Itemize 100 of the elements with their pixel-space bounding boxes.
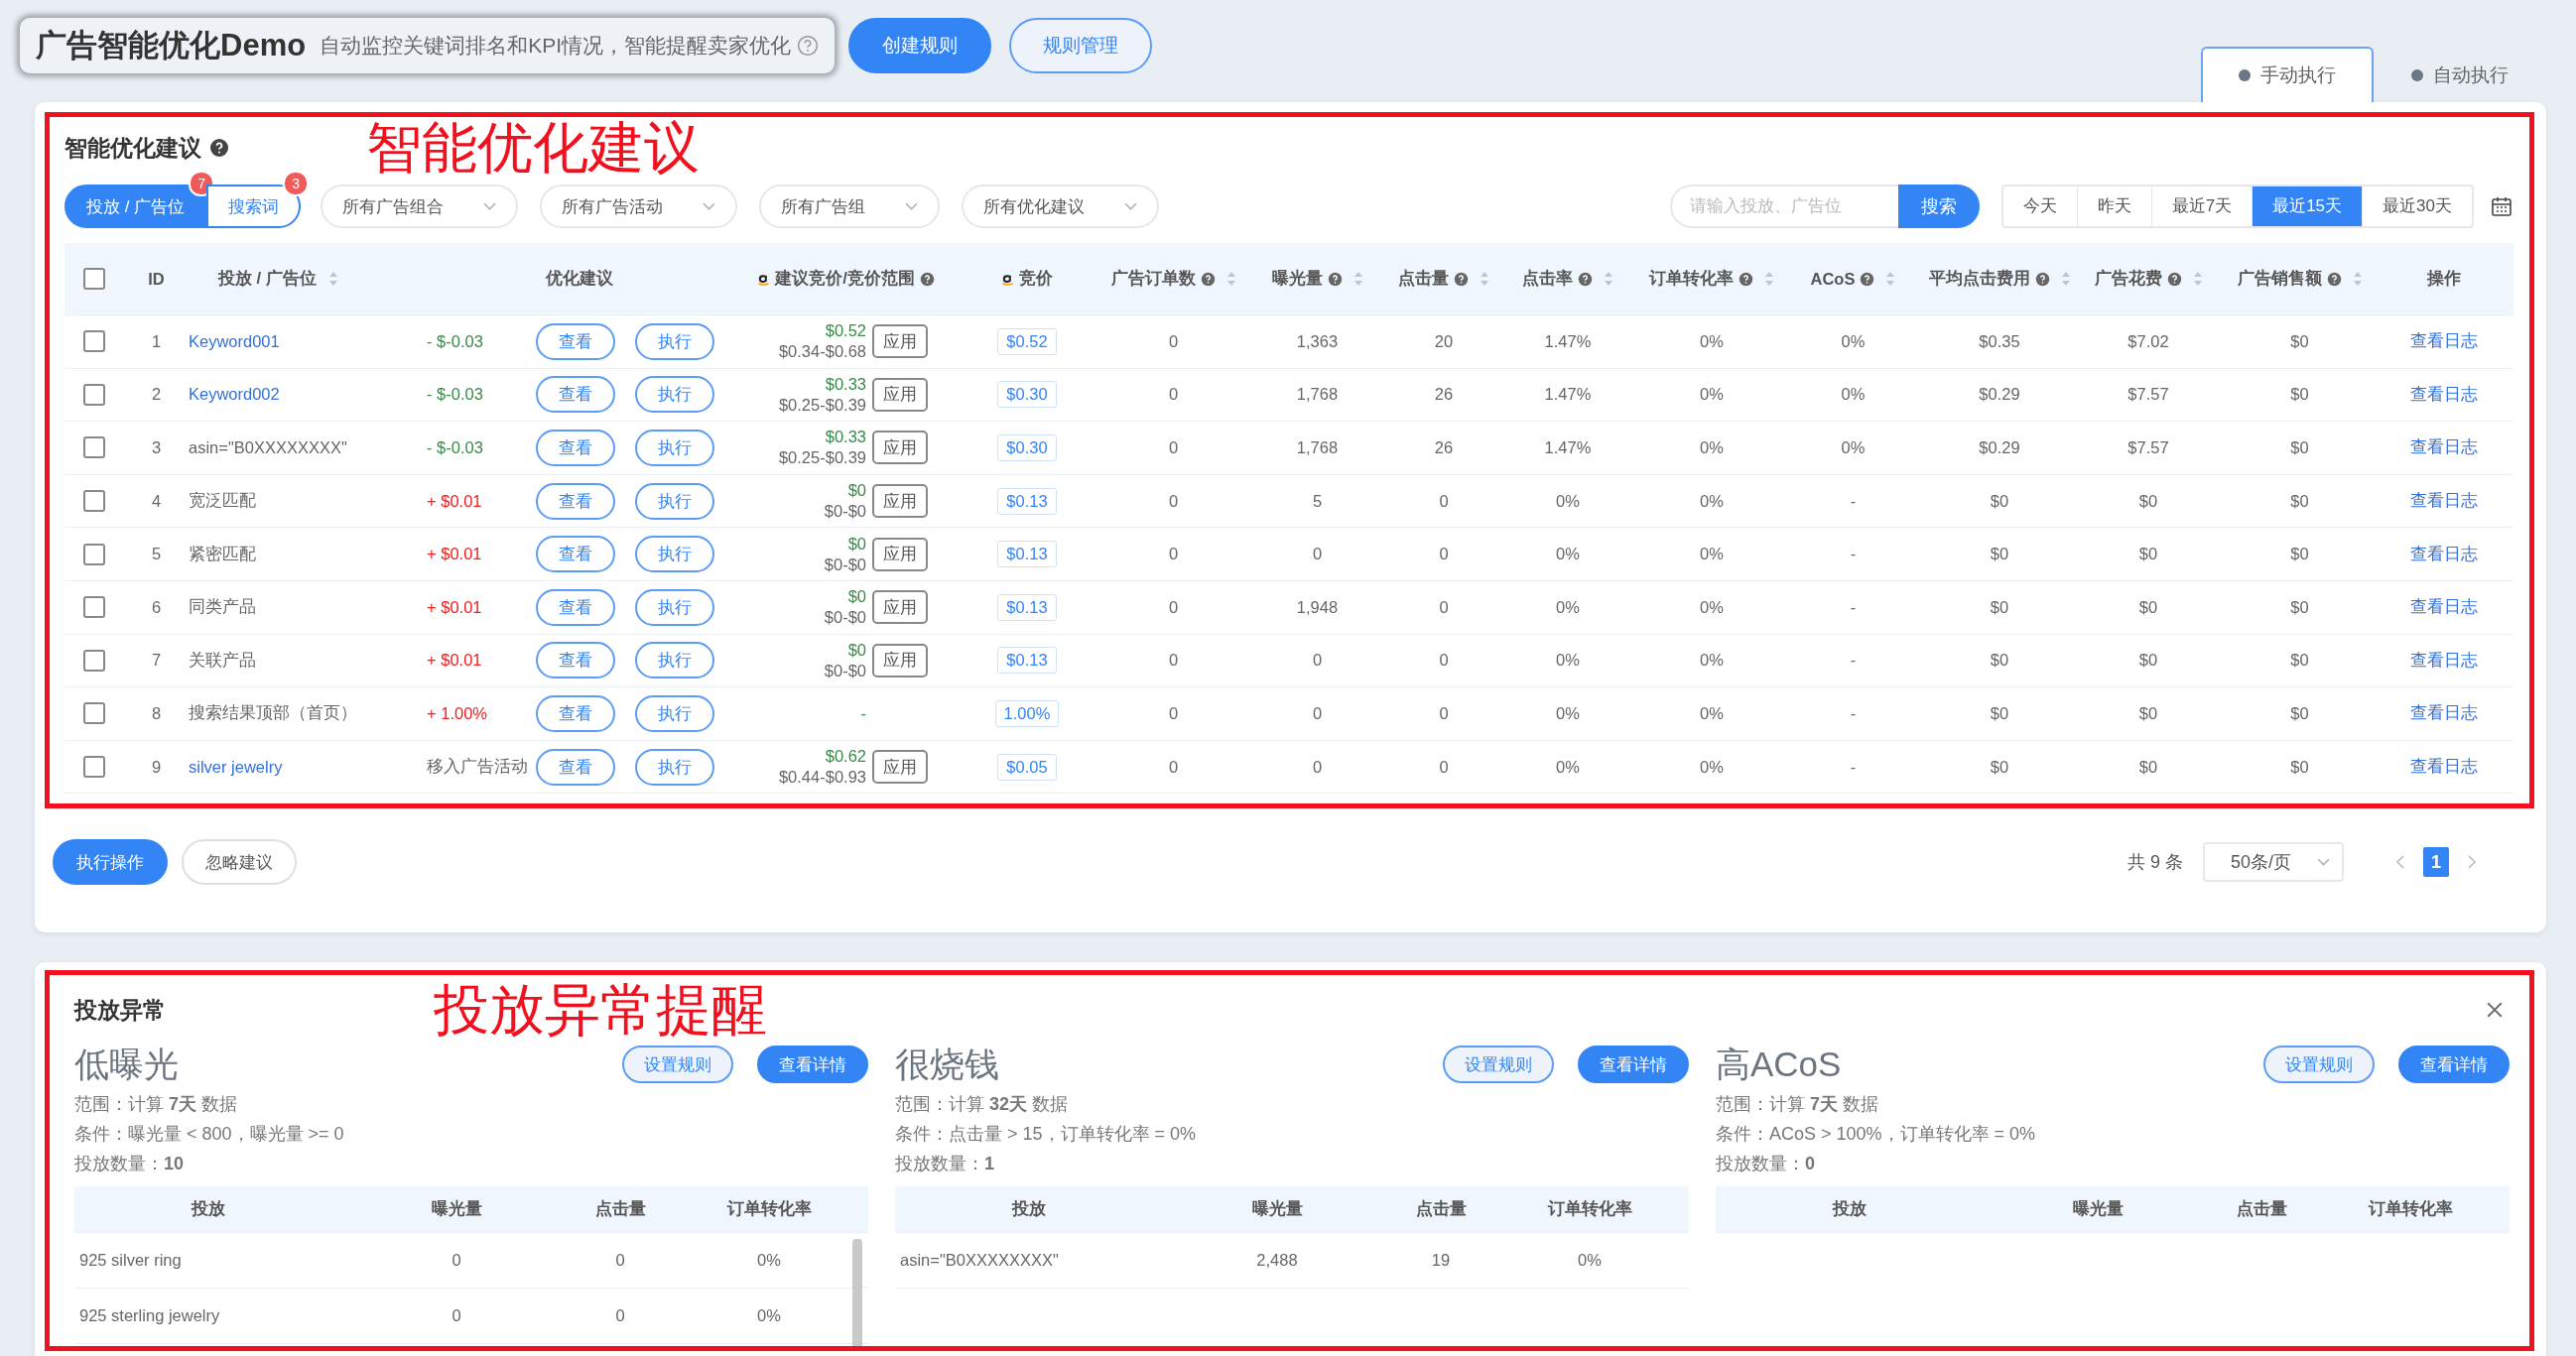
bid-field[interactable]: $0.52 [997, 327, 1057, 355]
set-rule-button[interactable]: 设置规则 [1443, 1046, 1554, 1083]
search-field[interactable]: 请输入投放、广告位 [1669, 185, 1898, 228]
next-page-icon[interactable] [2467, 854, 2477, 870]
date-range-tab[interactable]: 今天 [2002, 186, 2077, 226]
apply-button[interactable]: 应用 [872, 590, 928, 625]
filter-select[interactable]: 所有广告组 [759, 185, 941, 228]
filter-select[interactable]: 所有广告活动 [540, 185, 738, 228]
view-button[interactable]: 查看 [536, 588, 615, 626]
mode-tab[interactable]: 手动执行 [2201, 47, 2374, 102]
view-button[interactable]: 查看 [536, 694, 615, 732]
execute-button[interactable]: 执行 [635, 588, 714, 626]
calendar-icon[interactable] [2490, 194, 2513, 218]
help-icon[interactable] [1327, 271, 1343, 287]
apply-button[interactable]: 应用 [872, 750, 928, 785]
view-log-link[interactable]: 查看日志 [2409, 756, 2478, 779]
close-icon[interactable] [2486, 1001, 2504, 1019]
bid-field[interactable]: $0.30 [997, 381, 1057, 409]
create-rule-button[interactable]: 创建规则 [848, 18, 991, 73]
view-log-link[interactable]: 查看日志 [2409, 436, 2478, 459]
view-button[interactable]: 查看 [536, 642, 615, 679]
help-icon[interactable] [209, 138, 229, 158]
view-log-link[interactable]: 查看日志 [2409, 383, 2478, 406]
view-button[interactable]: 查看 [536, 430, 615, 466]
help-icon[interactable] [1739, 271, 1753, 287]
view-button[interactable]: 查看 [536, 748, 615, 786]
apply-button[interactable]: 应用 [872, 377, 928, 412]
apply-button[interactable]: 应用 [872, 537, 928, 571]
help-icon[interactable] [2166, 271, 2182, 287]
view-log-link[interactable]: 查看日志 [2409, 543, 2478, 565]
set-rule-button[interactable]: 设置规则 [2263, 1046, 2375, 1083]
help-icon[interactable] [2326, 271, 2342, 287]
prev-page-icon[interactable] [2395, 854, 2405, 870]
row-checkbox[interactable] [83, 649, 105, 672]
filter-select[interactable]: 所有广告组合 [321, 185, 519, 228]
page-size-select[interactable]: 50条/页 [2203, 842, 2344, 882]
date-range-tab[interactable]: 最近15天 [2252, 186, 2363, 226]
view-button[interactable]: 查看 [536, 322, 615, 360]
condition-text: 条件：ACoS > 100%，订单转化率 = 0% [1716, 1123, 2037, 1146]
row-checkbox[interactable] [83, 756, 105, 779]
details-button[interactable]: 查看详情 [1578, 1046, 1689, 1083]
execute-button[interactable]: 执行 [635, 694, 714, 732]
view-button[interactable]: 查看 [536, 482, 615, 520]
execute-button[interactable]: 执行 [635, 376, 714, 414]
bid-field[interactable]: $0.13 [997, 593, 1057, 621]
execute-button[interactable]: 执行 [635, 642, 714, 679]
target-link[interactable]: Keyword001 [189, 331, 280, 351]
rule-manage-button[interactable]: 规则管理 [1009, 18, 1152, 73]
mode-tab[interactable]: 自动执行 [2374, 47, 2546, 102]
help-icon[interactable] [1578, 271, 1593, 287]
row-checkbox[interactable] [83, 702, 105, 725]
details-button[interactable]: 查看详情 [2398, 1046, 2510, 1083]
page-number[interactable]: 1 [2423, 847, 2449, 877]
set-rule-button[interactable]: 设置规则 [622, 1046, 733, 1083]
execute-button[interactable]: 执行 [635, 748, 714, 786]
date-range-tab[interactable]: 昨天 [2076, 186, 2151, 226]
bid-field[interactable]: $0.13 [997, 647, 1057, 675]
execute-button[interactable]: 执行 [635, 482, 714, 520]
view-log-link[interactable]: 查看日志 [2409, 330, 2478, 353]
execute-button[interactable]: 执行 [635, 536, 714, 573]
help-icon[interactable] [2034, 271, 2050, 287]
view-log-link[interactable]: 查看日志 [2409, 702, 2478, 725]
select-all-checkbox[interactable] [83, 268, 105, 290]
help-icon[interactable] [919, 271, 935, 287]
ignore-button[interactable]: 忽略建议 [182, 839, 297, 885]
apply-button[interactable]: 应用 [872, 324, 928, 359]
execute-action-button[interactable]: 执行操作 [53, 839, 168, 885]
help-icon[interactable] [1860, 271, 1875, 287]
help-icon[interactable] [1200, 271, 1216, 287]
search-button[interactable]: 搜索 [1897, 185, 1980, 228]
row-checkbox[interactable] [83, 543, 105, 565]
scrollbar[interactable] [852, 1239, 862, 1346]
row-checkbox[interactable] [83, 383, 105, 406]
view-button[interactable]: 查看 [536, 376, 615, 414]
filter-select[interactable]: 所有优化建议 [962, 185, 1160, 228]
execute-button[interactable]: 执行 [635, 430, 714, 466]
bid-field[interactable]: $0.05 [997, 753, 1057, 781]
acos-cell: 0% [1841, 385, 1866, 405]
row-checkbox[interactable] [83, 330, 105, 353]
row-checkbox[interactable] [83, 436, 105, 459]
row-checkbox[interactable] [83, 596, 105, 619]
apply-button[interactable]: 应用 [872, 431, 928, 465]
details-button[interactable]: 查看详情 [757, 1046, 868, 1083]
view-button[interactable]: 查看 [536, 536, 615, 573]
view-log-link[interactable]: 查看日志 [2409, 649, 2478, 672]
execute-button[interactable]: 执行 [635, 322, 714, 360]
bid-field[interactable]: $0.13 [997, 541, 1057, 568]
help-icon[interactable] [1454, 271, 1469, 287]
row-checkbox[interactable] [83, 490, 105, 513]
target-link[interactable]: Keyword002 [189, 385, 280, 405]
bid-field[interactable]: 1.00% [994, 699, 1060, 727]
page-title: 广告智能优化Demo [36, 27, 307, 64]
apply-button[interactable]: 应用 [872, 484, 928, 519]
apply-button[interactable]: 应用 [872, 643, 928, 678]
view-log-link[interactable]: 查看日志 [2409, 490, 2478, 513]
view-log-link[interactable]: 查看日志 [2409, 596, 2478, 619]
bid-field[interactable]: $0.13 [997, 487, 1057, 515]
target-link[interactable]: silver jewelry [189, 757, 283, 777]
bid-field[interactable]: $0.30 [997, 434, 1057, 461]
date-range-tab[interactable]: 最近30天 [2362, 186, 2472, 226]
